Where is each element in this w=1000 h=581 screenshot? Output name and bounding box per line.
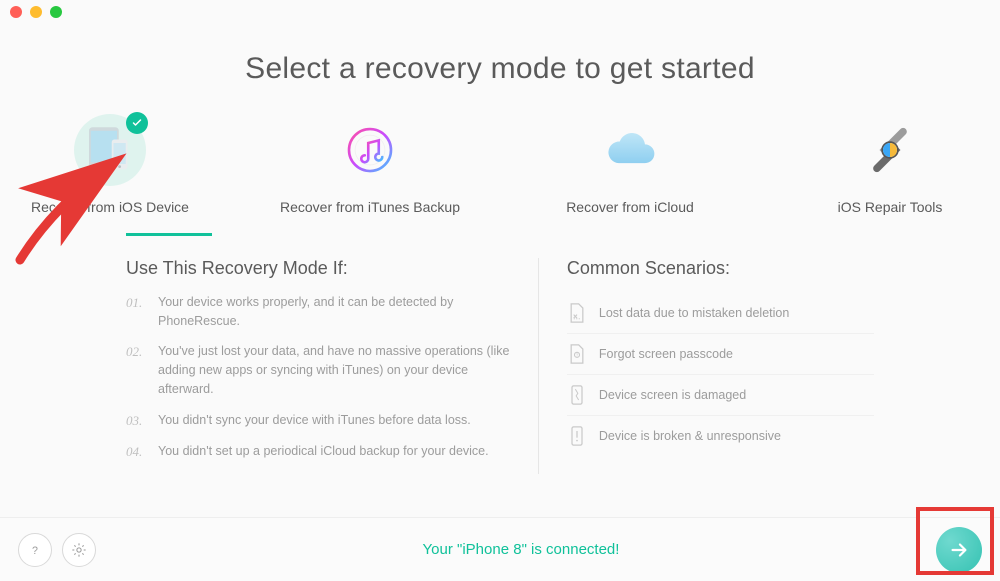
- active-mode-indicator: [126, 233, 212, 236]
- list-text: Device screen is damaged: [599, 388, 746, 402]
- list-text: You didn't set up a periodical iCloud ba…: [158, 442, 489, 462]
- list-item: 02. You've just lost your data, and have …: [126, 342, 510, 398]
- tools-icon: [854, 114, 926, 186]
- list-item: 03. You didn't sync your device with iTun…: [126, 411, 510, 431]
- mode-itunes-backup[interactable]: Recover from iTunes Backup: [280, 114, 460, 217]
- recovery-mode-options: Recover from iOS Device Recover from iTu…: [0, 114, 1000, 217]
- list-text: You've just lost your data, and have no …: [158, 342, 510, 398]
- next-button[interactable]: [936, 527, 982, 573]
- use-if-list: 01. Your device works properly, and it ca…: [126, 293, 510, 462]
- mode-details: Use This Recovery Mode If: 01. Your devic…: [126, 258, 874, 474]
- list-text: Lost data due to mistaken deletion: [599, 306, 789, 320]
- arrow-right-icon: [948, 539, 970, 561]
- mode-label: Recover from iTunes Backup: [280, 198, 460, 217]
- list-item: ? Forgot screen passcode: [567, 334, 874, 375]
- connection-status: Your "iPhone 8" is connected!: [106, 541, 936, 558]
- use-if-heading: Use This Recovery Mode If:: [126, 258, 510, 279]
- lock-icon: ?: [567, 343, 587, 365]
- scenarios-list: Lost data due to mistaken deletion ? For…: [567, 293, 874, 456]
- settings-button[interactable]: [62, 533, 96, 567]
- mode-label: iOS Repair Tools: [800, 198, 980, 217]
- list-text: Your device works properly, and it can b…: [158, 293, 510, 331]
- window-minimize-button[interactable]: [30, 6, 42, 18]
- help-button[interactable]: ?: [18, 533, 52, 567]
- mode-icloud[interactable]: Recover from iCloud: [540, 114, 720, 217]
- list-text: You didn't sync your device with iTunes …: [158, 411, 471, 431]
- scenarios-section: Common Scenarios: Lost data due to mista…: [539, 258, 874, 474]
- ios-device-icon: [74, 114, 146, 186]
- use-if-section: Use This Recovery Mode If: 01. Your devic…: [126, 258, 539, 474]
- mode-label: Recover from iOS Device: [20, 198, 200, 217]
- window-titlebar: [0, 0, 1000, 24]
- cloud-icon: [594, 114, 666, 186]
- window-close-button[interactable]: [10, 6, 22, 18]
- itunes-icon: [334, 114, 406, 186]
- list-number: 01.: [126, 293, 148, 331]
- file-delete-icon: [567, 302, 587, 324]
- scenarios-heading: Common Scenarios:: [567, 258, 874, 279]
- list-item: Device is broken & unresponsive: [567, 416, 874, 456]
- broken-screen-icon: [567, 384, 587, 406]
- mode-ios-device[interactable]: Recover from iOS Device: [20, 114, 200, 217]
- window-zoom-button[interactable]: [50, 6, 62, 18]
- app-window: Select a recovery mode to get started Re…: [0, 0, 1000, 581]
- svg-text:?: ?: [32, 545, 38, 557]
- footer-bar: ? Your "iPhone 8" is connected!: [0, 517, 1000, 581]
- page-title: Select a recovery mode to get started: [0, 52, 1000, 86]
- mode-repair-tools[interactable]: iOS Repair Tools: [800, 114, 980, 217]
- gear-icon: [71, 542, 87, 558]
- list-number: 03.: [126, 411, 148, 431]
- list-number: 04.: [126, 442, 148, 462]
- alert-icon: [567, 425, 587, 447]
- list-item: Lost data due to mistaken deletion: [567, 293, 874, 334]
- mode-label: Recover from iCloud: [540, 198, 720, 217]
- check-icon: [126, 112, 148, 134]
- list-item: Device screen is damaged: [567, 375, 874, 416]
- list-text: Device is broken & unresponsive: [599, 429, 781, 443]
- list-text: Forgot screen passcode: [599, 347, 733, 361]
- mode-underline-track: [126, 233, 874, 236]
- list-item: 04. You didn't set up a periodical iCloud…: [126, 442, 510, 462]
- list-number: 02.: [126, 342, 148, 398]
- list-item: 01. Your device works properly, and it ca…: [126, 293, 510, 331]
